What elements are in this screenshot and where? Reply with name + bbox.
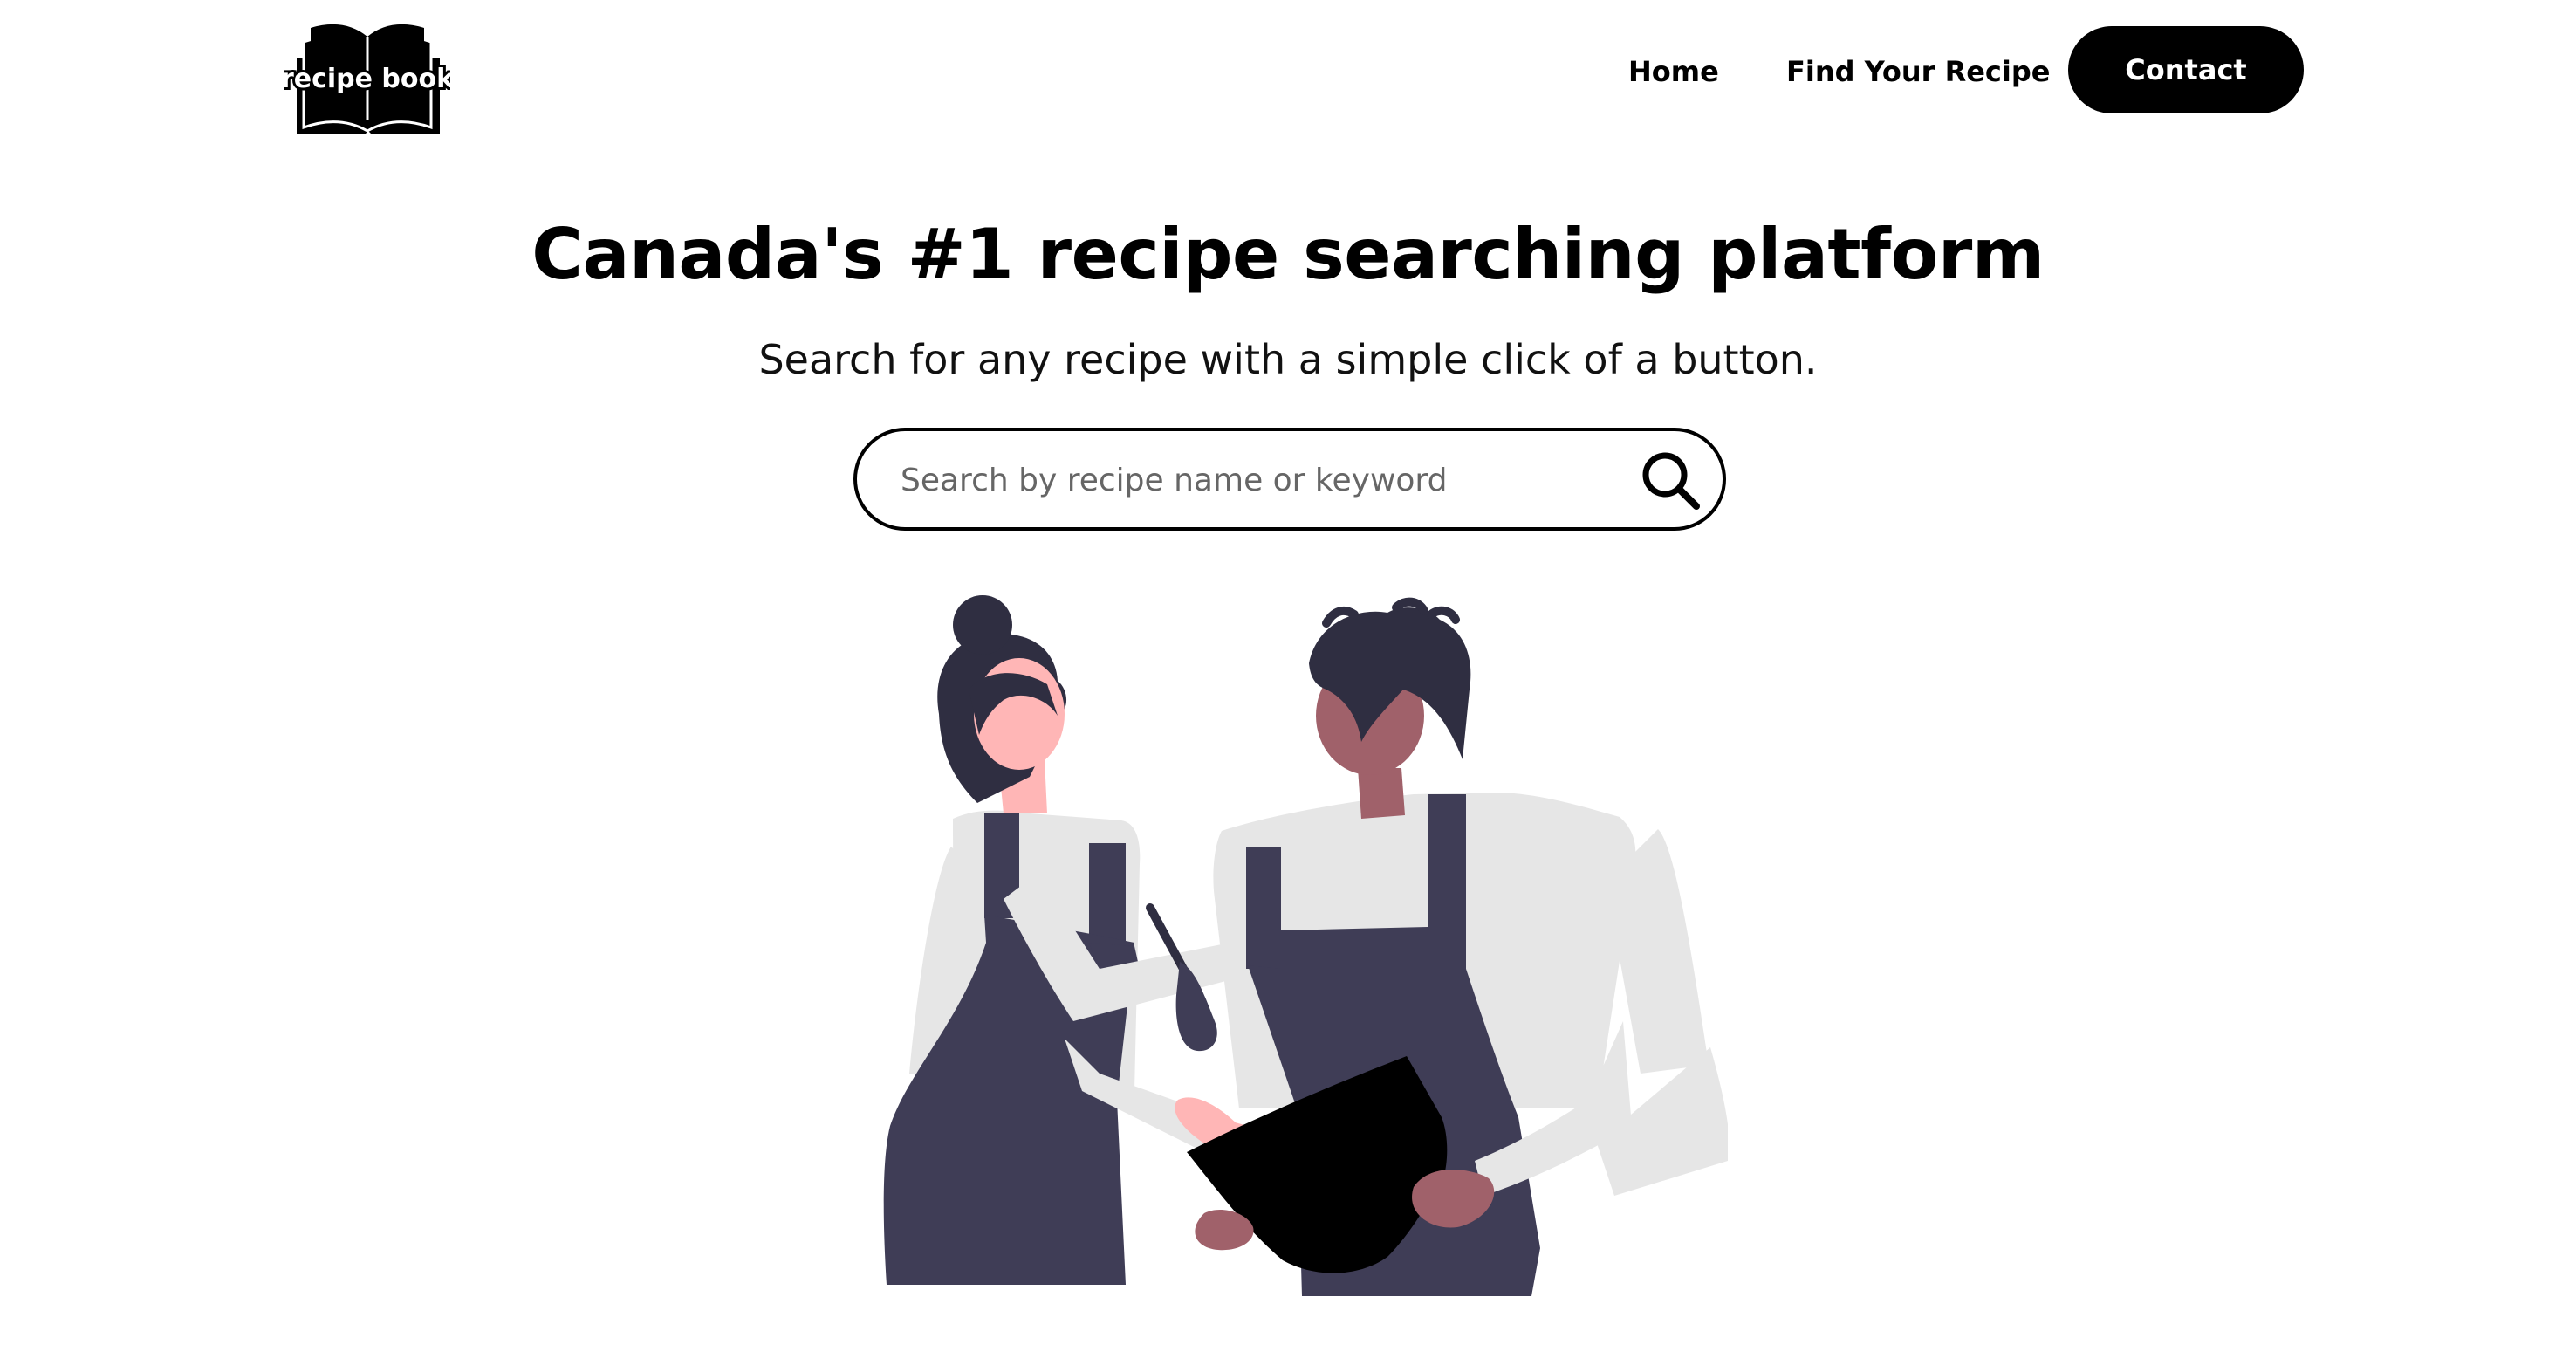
search-input[interactable] <box>899 447 1600 513</box>
nav-find-recipe-link[interactable]: Find Your Recipe <box>1786 52 2050 91</box>
search-button[interactable] <box>1637 447 1703 513</box>
two-chefs-cooking-illustration <box>883 595 1728 1296</box>
nav-home-link[interactable]: Home <box>1628 52 1719 91</box>
main-nav: Home Find Your Recipe Contact <box>0 26 2576 117</box>
nav-contact-button[interactable]: Contact <box>2068 26 2304 113</box>
page-title: Canada's #1 recipe searching platform <box>531 214 2045 295</box>
search-bar <box>853 428 1726 531</box>
chefs-illustration <box>873 585 1728 1318</box>
page-subtitle: Search for any recipe with a simple clic… <box>758 336 1818 383</box>
search-icon <box>1642 452 1700 510</box>
